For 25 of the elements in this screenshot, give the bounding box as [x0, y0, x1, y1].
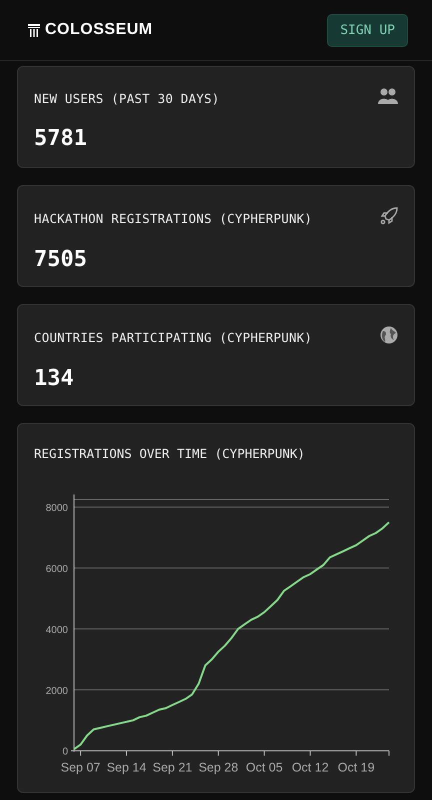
users-icon — [378, 88, 398, 104]
x-tick-label: Sep 07 — [60, 760, 100, 775]
y-tick-label: 8000 — [46, 503, 68, 514]
rocket-icon — [380, 207, 398, 225]
x-tick-label: Oct 05 — [246, 760, 283, 775]
stat-label: HACKATHON REGISTRATIONS (CYPHERPUNK) — [34, 210, 312, 226]
y-tick-label: 4000 — [46, 624, 68, 636]
logo-text: COLOSSEUM — [45, 21, 153, 39]
x-tick-label: Oct 19 — [338, 760, 375, 775]
x-tick-label: Sep 28 — [198, 760, 238, 775]
stat-value: 134 — [34, 366, 75, 391]
x-tick-label: Sep 14 — [106, 760, 146, 775]
sign-up-button[interactable]: SIGN UP — [327, 14, 408, 46]
stat-label: COUNTRIES PARTICIPATING (CYPHERPUNK) — [34, 330, 312, 344]
y-tick-label: 2000 — [46, 686, 68, 697]
stat-value: 5781 — [34, 126, 88, 151]
logo-icon — [28, 24, 40, 36]
globe-icon — [380, 326, 398, 344]
y-tick-label: 0 — [62, 746, 68, 758]
chart-title: REGISTRATIONS OVER TIME (CYPHERPUNK) — [34, 446, 305, 461]
y-tick-label: 6000 — [46, 564, 68, 575]
stat-value: 7505 — [34, 247, 88, 272]
x-tick-label: Oct 12 — [292, 760, 329, 775]
x-tick-label: Sep 21 — [152, 760, 192, 775]
stat-label: NEW USERS (PAST 30 DAYS) — [34, 90, 220, 106]
